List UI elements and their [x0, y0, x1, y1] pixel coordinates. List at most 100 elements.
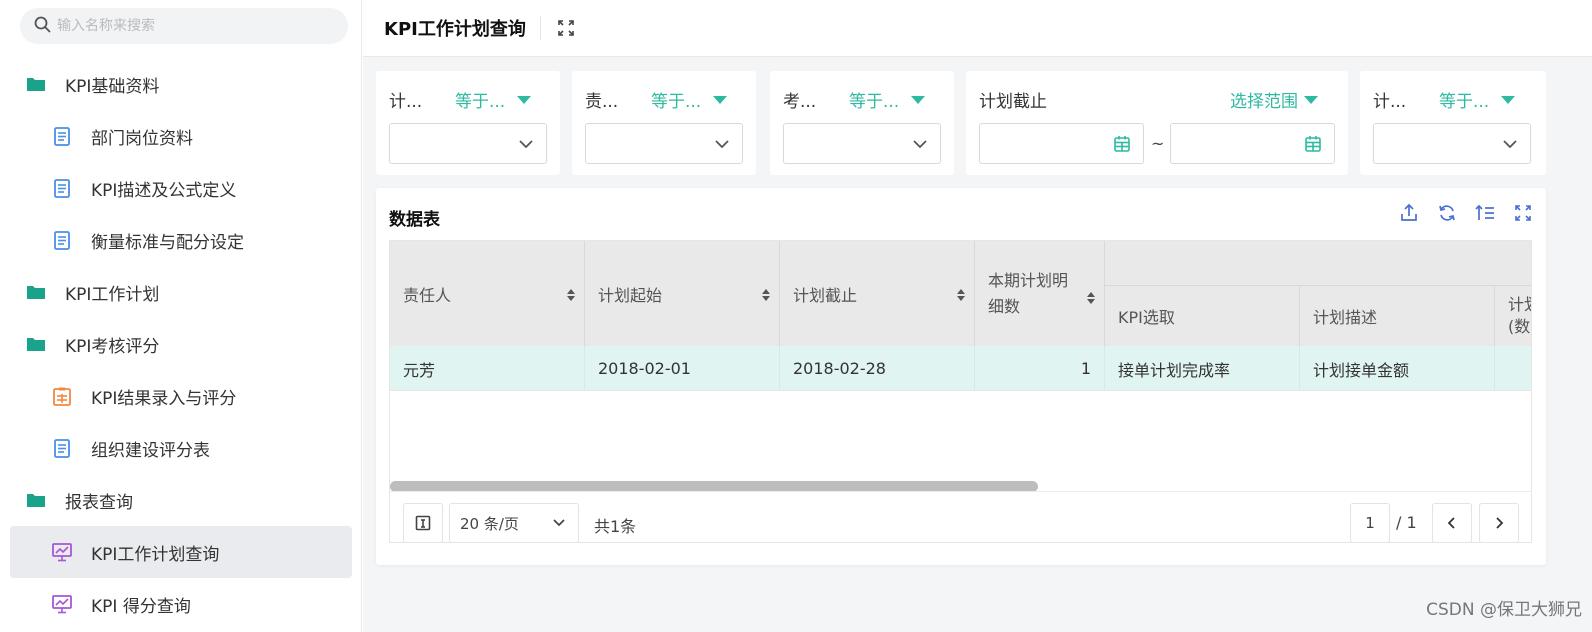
- sidebar-item-kpi-basic[interactable]: KPI基础资料: [10, 58, 352, 110]
- filter-select[interactable]: [783, 123, 941, 164]
- fullscreen-icon[interactable]: [1512, 202, 1534, 224]
- column-settings-icon[interactable]: [1474, 202, 1496, 224]
- column-header-desc[interactable]: 计划描述: [1300, 285, 1495, 346]
- document-icon: [52, 230, 72, 250]
- calendar-icon: [1113, 135, 1131, 157]
- sidebar-item-kpi-formula[interactable]: KPI描述及公式定义: [10, 162, 352, 214]
- data-grid: 责任人 计划起始 计划截止 本期计划明细数 KPI选取 计划描述 计 (数 元芳…: [389, 240, 1532, 543]
- column-toggle-button[interactable]: [403, 503, 443, 542]
- filter-operator-text: 等于...: [455, 92, 506, 112]
- table-row[interactable]: 元芳 2018-02-01 2018-02-28 1 接单计划完成率 计划接单金…: [390, 346, 1531, 391]
- sidebar-item-measure-standard[interactable]: 衡量标准与配分设定: [10, 214, 352, 266]
- sidebar-item-kpi-plan-query[interactable]: KPI工作计划查询: [10, 526, 352, 578]
- sort-icon[interactable]: [566, 287, 576, 306]
- sidebar-item-label: KPI描述及公式定义: [91, 180, 237, 201]
- sidebar-item-report-query[interactable]: 报表查询: [10, 474, 352, 526]
- filter-operator[interactable]: 等于...: [849, 87, 926, 112]
- filter-card: 计... 等于...: [376, 71, 560, 175]
- cell-start: 2018-02-01: [585, 346, 780, 391]
- prev-page-button[interactable]: [1432, 503, 1472, 542]
- sidebar-item-kpi-plan[interactable]: KPI工作计划: [10, 266, 352, 318]
- date-to-input[interactable]: [1170, 123, 1335, 164]
- folder-icon: [26, 490, 46, 510]
- folder-icon: [26, 282, 46, 302]
- sidebar-item-org-build-score[interactable]: 组织建设评分表: [10, 422, 352, 474]
- caret-down-icon: [1501, 95, 1516, 104]
- chevron-left-icon: [1447, 517, 1455, 529]
- sidebar-item-kpi-assessment[interactable]: KPI考核评分: [10, 318, 352, 370]
- filter-operator[interactable]: 选择范围: [1230, 87, 1318, 112]
- filter-select[interactable]: [585, 123, 743, 164]
- folder-icon: [26, 74, 46, 94]
- sidebar-item-label: KPI工作计划: [65, 284, 160, 305]
- sidebar: KPI基础资料 部门岗位资料 KPI描述及公式定义 衡量标准与配分设定 KPI工…: [0, 0, 362, 632]
- document-icon: [52, 178, 72, 198]
- filter-operator[interactable]: 等于...: [1439, 87, 1516, 112]
- document-icon: [52, 126, 72, 146]
- sidebar-item-label: KPI考核评分: [65, 336, 160, 357]
- fullscreen-icon[interactable]: [555, 17, 577, 39]
- range-separator: ~: [1151, 134, 1165, 153]
- filter-operator-text: 等于...: [1439, 92, 1490, 112]
- cell-end: 2018-02-28: [780, 346, 975, 391]
- page-size-select[interactable]: 20 条/页: [449, 503, 579, 542]
- filter-select[interactable]: [389, 123, 547, 164]
- column-header-sublabel: (数: [1508, 317, 1531, 336]
- sort-icon[interactable]: [1086, 287, 1096, 313]
- column-header-kpi[interactable]: KPI选取: [1105, 285, 1300, 346]
- column-header-plan-more[interactable]: 计划 (数: [1495, 285, 1531, 346]
- sidebar-item-kpi-score-query[interactable]: KPI 得分查询: [10, 578, 352, 630]
- column-header-label: 本期计划明细数: [988, 270, 1069, 316]
- filter-operator-text: 等于...: [849, 92, 900, 112]
- cell-owner: 元芳: [390, 346, 585, 391]
- data-table-card: 数据表 责任人 计划起始 计划截止 本期计划明细数 KPI选取 计划描述 计 (…: [376, 188, 1546, 565]
- chevron-down-icon: [912, 136, 928, 156]
- cell-desc: 计划接单金额: [1300, 346, 1495, 391]
- sidebar-item-kpi-result-entry[interactable]: KPI结果录入与评分: [10, 370, 352, 422]
- filter-operator-text: 等于...: [651, 92, 702, 112]
- date-from-input[interactable]: [979, 123, 1144, 164]
- chevron-right-icon: [1496, 517, 1504, 529]
- caret-down-icon: [1304, 95, 1318, 104]
- cell-count: 1: [975, 346, 1105, 391]
- page-size-label: 20 条/页: [460, 514, 519, 533]
- calendar-icon: [1304, 135, 1322, 157]
- info-icon: [415, 515, 431, 531]
- sidebar-item-dept-position[interactable]: 部门岗位资料: [10, 110, 352, 162]
- filter-label: 计划截止: [979, 92, 1047, 112]
- sort-icon[interactable]: [956, 287, 966, 306]
- export-icon[interactable]: [1398, 202, 1420, 224]
- caret-down-icon: [517, 95, 532, 104]
- column-header-owner[interactable]: 责任人: [390, 241, 585, 346]
- filter-operator[interactable]: 等于...: [651, 87, 728, 112]
- filter-label: 责...: [585, 92, 619, 112]
- sidebar-item-label: 组织建设评分表: [91, 440, 210, 461]
- column-header-detail-count[interactable]: 本期计划明细数: [975, 241, 1105, 346]
- column-header-label: 计划: [1508, 295, 1531, 314]
- form-icon: [52, 386, 72, 406]
- search-box[interactable]: [20, 8, 348, 44]
- cell-kpi: 接单计划完成率: [1105, 346, 1300, 391]
- filter-card: 责... 等于...: [572, 71, 756, 175]
- column-header-start[interactable]: 计划起始: [585, 241, 780, 346]
- search-input[interactable]: [57, 18, 327, 34]
- refresh-icon[interactable]: [1436, 202, 1458, 224]
- chevron-down-icon: [714, 136, 730, 156]
- caret-down-icon: [713, 95, 728, 104]
- filter-card-date-range: 计划截止 选择范围 ~: [966, 71, 1348, 175]
- divider: [390, 491, 1531, 492]
- filter-card: 计... 等于...: [1360, 71, 1546, 175]
- header-divider: [539, 16, 541, 40]
- chevron-down-icon: [552, 516, 566, 534]
- filter-operator[interactable]: 等于...: [455, 87, 532, 112]
- watermark: CSDN @保卫大狮兄: [1426, 600, 1582, 620]
- sidebar-item-label: 衡量标准与配分设定: [91, 232, 244, 253]
- filter-select[interactable]: [1373, 123, 1531, 164]
- column-header-label: 责任人: [403, 285, 452, 305]
- next-page-button[interactable]: [1479, 503, 1519, 542]
- column-header-end[interactable]: 计划截止: [780, 241, 975, 346]
- report-icon: [52, 594, 72, 614]
- sort-icon[interactable]: [761, 287, 771, 306]
- page-number-input[interactable]: 1: [1350, 503, 1390, 542]
- caret-down-icon: [911, 95, 926, 104]
